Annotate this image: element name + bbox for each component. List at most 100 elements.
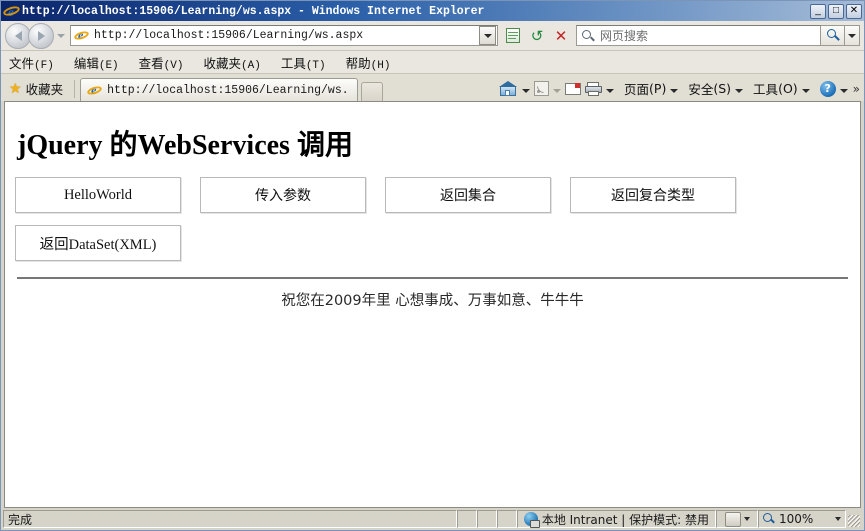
ie-logo-icon: e [2, 4, 21, 19]
tools-menu-button[interactable]: 工具 (O) [751, 78, 812, 100]
print-button[interactable] [583, 78, 616, 100]
forward-arrow-icon [37, 30, 45, 41]
address-value: http://localhost:15906/Learning/ws.aspx [94, 29, 364, 42]
safety-menu-accel: (S) [713, 81, 732, 96]
close-button[interactable]: ✕ [846, 3, 862, 19]
address-dropdown-button[interactable] [479, 26, 496, 45]
ie-favicon-icon: e [86, 83, 103, 98]
command-bar-overflow-button[interactable]: » [853, 82, 860, 96]
zoom-icon [763, 512, 776, 526]
menu-accel: (T) [305, 59, 326, 72]
back-arrow-icon [14, 30, 22, 41]
page-menu-button[interactable]: 页面 (P) [622, 78, 680, 100]
webservice-button-row-1: HelloWorld 传入参数 返回集合 返回复合类型 [15, 177, 850, 213]
stop-button[interactable]: ✕ [550, 25, 572, 47]
status-text-panel: 完成 [3, 510, 457, 528]
hello-world-button[interactable]: HelloWorld [15, 177, 181, 213]
rss-icon [534, 81, 550, 96]
menu-accel: (E) [98, 59, 119, 72]
menu-accel: (V) [163, 59, 184, 72]
new-tab-button[interactable] [361, 82, 384, 101]
browser-tab[interactable]: e http://localhost:15906/Learning/ws.asp… [80, 78, 359, 101]
home-button[interactable] [498, 78, 532, 100]
title-bar: e http://localhost:15906/Learning/ws.asp… [1, 1, 864, 21]
tools-menu-accel: (O) [778, 81, 798, 96]
footer-message: 祝您在2009年里 心想事成、万事如意、牛牛牛 [281, 293, 584, 309]
close-icon: ✕ [849, 5, 859, 16]
zoom-control[interactable]: 100% [758, 510, 846, 528]
chevron-down-icon [606, 88, 615, 93]
minimize-icon: _ [815, 4, 821, 16]
command-bar: 页面 (P) 安全 (S) 工具 (O) ? » [498, 76, 864, 101]
menu-label: 收藏夹 [203, 55, 241, 71]
status-bar: 完成 本地 Intranet | 保护模式: 禁用 100% [1, 508, 864, 530]
chevron-down-icon [57, 33, 65, 38]
mail-button[interactable] [563, 78, 583, 100]
menu-label: 查看 [138, 55, 164, 71]
chevron-down-icon [848, 33, 856, 38]
pass-parameter-button[interactable]: 传入参数 [200, 177, 366, 213]
maximize-icon: □ [832, 5, 840, 16]
menu-item-help[interactable]: 帮助(H) [346, 53, 391, 72]
recent-pages-button[interactable] [54, 23, 68, 49]
status-extra-panel-1 [456, 510, 477, 528]
chevron-down-icon [735, 88, 744, 93]
chevron-down-icon[interactable] [835, 517, 841, 521]
home-icon [499, 80, 518, 97]
printer-icon [585, 81, 603, 96]
return-collection-button[interactable]: 返回集合 [385, 177, 551, 213]
minimize-button[interactable]: _ [810, 3, 826, 19]
toolbar-divider [74, 80, 76, 98]
search-input[interactable]: 网页搜索 [576, 25, 821, 46]
menu-item-file[interactable]: 文件(F) [9, 53, 54, 72]
address-input[interactable]: e http://localhost:15906/Learning/ws.asp… [70, 25, 498, 46]
return-complex-type-button[interactable]: 返回复合类型 [570, 177, 736, 213]
search-icon [581, 29, 597, 43]
chevron-down-icon [743, 517, 750, 521]
menu-bar: 文件(F) 编辑(E) 查看(V) 收藏夹(A) 工具(T) 帮助(H) [1, 51, 864, 74]
menu-accel: (A) [241, 59, 261, 72]
resize-grip-icon[interactable] [846, 510, 862, 528]
favorites-label: 收藏夹 [25, 81, 64, 97]
menu-item-tools[interactable]: 工具(T) [281, 53, 326, 72]
status-extra-panel-2 [476, 510, 497, 528]
safety-menu-label: 安全 [688, 82, 714, 97]
refresh-icon: ↺ [530, 26, 544, 45]
tab-title: http://localhost:15906/Learning/ws.aspx [107, 83, 349, 97]
webservice-button-row-2: 返回DataSet(XML) [15, 225, 850, 261]
search-placeholder: 网页搜索 [600, 29, 649, 43]
page-content: jQuery 的WebServices 调用 HelloWorld 传入参数 返… [4, 101, 861, 508]
search-provider-dropdown[interactable] [845, 25, 860, 46]
intranet-globe-icon [523, 512, 540, 528]
favorites-button[interactable]: ★ 收藏夹 [7, 77, 69, 99]
chevron-down-icon [483, 33, 492, 38]
safety-menu-button[interactable]: 安全 (S) [686, 78, 745, 100]
menu-label: 帮助 [345, 55, 371, 71]
refresh-button[interactable]: ↺ [526, 25, 548, 47]
feeds-button[interactable] [532, 78, 563, 100]
security-zone-panel[interactable]: 本地 Intranet | 保护模式: 禁用 [516, 510, 716, 528]
star-icon: ★ [9, 80, 22, 96]
compatibility-view-button[interactable] [502, 25, 524, 47]
security-zone-text: 本地 Intranet | 保护模式: 禁用 [541, 512, 709, 527]
search-go-button[interactable] [821, 25, 845, 46]
chevron-down-icon [553, 88, 562, 93]
tools-menu-label: 工具 [753, 82, 779, 97]
search-icon [826, 28, 840, 43]
menu-item-edit[interactable]: 编辑(E) [74, 53, 119, 72]
address-bar: e http://localhost:15906/Learning/ws.asp… [1, 21, 864, 51]
stop-icon: ✕ [554, 26, 568, 45]
protected-mode-button[interactable] [716, 510, 758, 528]
return-dataset-xml-button[interactable]: 返回DataSet(XML) [15, 225, 181, 261]
page-title: jQuery 的WebServices 调用 [17, 130, 353, 161]
menu-label: 文件 [9, 55, 35, 71]
menu-accel: (F) [34, 59, 54, 72]
menu-item-favorites[interactable]: 收藏夹(A) [203, 53, 260, 72]
chevron-down-icon [839, 88, 848, 93]
forward-button[interactable] [28, 22, 54, 49]
help-menu-button[interactable]: ? [818, 78, 850, 100]
page-menu-label: 页面 [624, 82, 650, 97]
maximize-button[interactable]: □ [828, 3, 844, 19]
menu-item-view[interactable]: 查看(V) [139, 53, 184, 72]
menu-label: 工具 [280, 55, 306, 71]
